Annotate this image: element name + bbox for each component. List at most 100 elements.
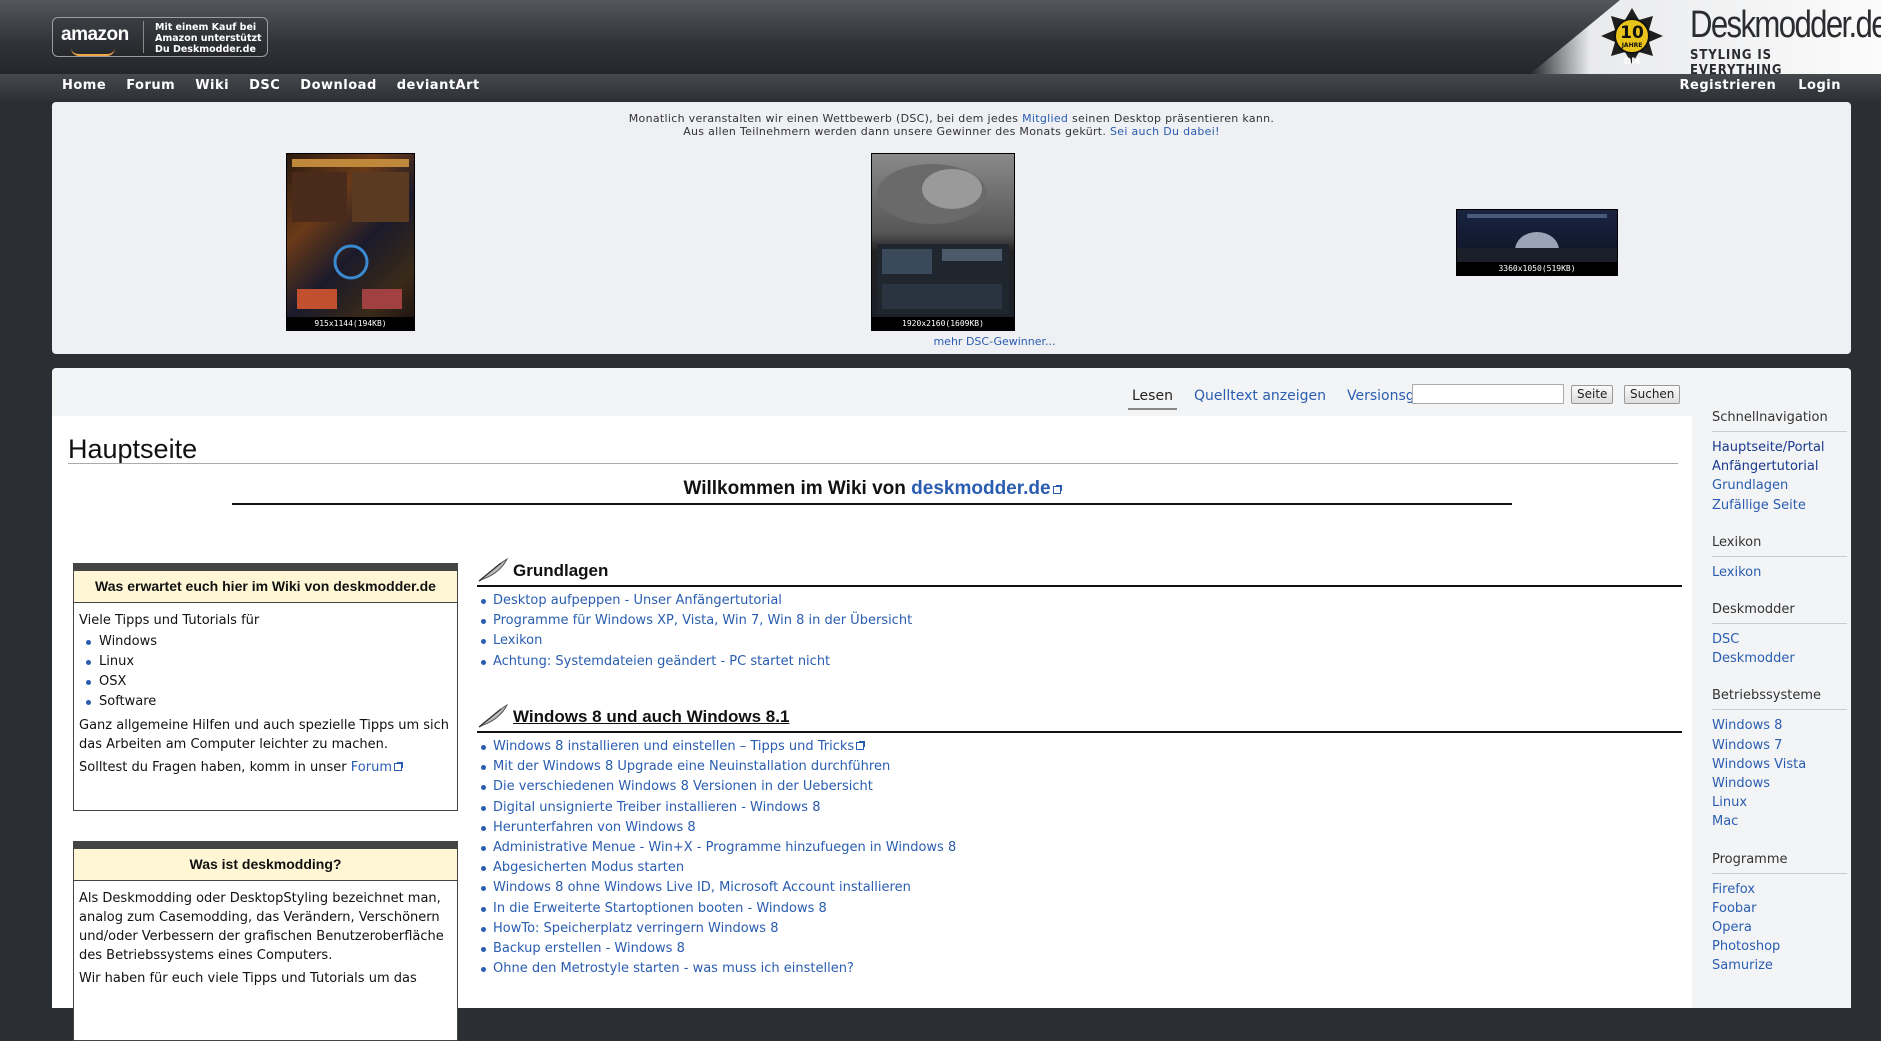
tab-view-source[interactable]: Quelltext anzeigen bbox=[1190, 388, 1330, 410]
side-link-linux[interactable]: Linux bbox=[1712, 793, 1847, 812]
side-link-main-portal[interactable]: Hauptseite/Portal bbox=[1712, 438, 1847, 457]
dsc-intro: Monatlich veranstalten wir einen Wettbew… bbox=[52, 112, 1851, 138]
deskmodder-link[interactable]: deskmodder.de bbox=[911, 478, 1050, 499]
section-link[interactable]: Achtung: Systemdateien geändert - PC sta… bbox=[481, 652, 1682, 672]
dsc-thumbnail-1[interactable]: 915x1144(194KB) bbox=[286, 153, 415, 331]
box-paragraph: Als Deskmodding oder DesktopStyling beze… bbox=[79, 891, 444, 963]
nav-wiki[interactable]: Wiki bbox=[195, 78, 229, 93]
side-link-foobar[interactable]: Foobar bbox=[1712, 899, 1847, 918]
thumbnail-3-image bbox=[1457, 214, 1617, 262]
side-link-firefox[interactable]: Firefox bbox=[1712, 880, 1847, 899]
title-divider bbox=[68, 463, 1678, 464]
main-content: Hauptseite Willkommen im Wiki von deskmo… bbox=[52, 416, 1692, 1041]
external-link-icon bbox=[1052, 485, 1062, 494]
section-link[interactable]: Digital unsignierte Treiber installieren… bbox=[481, 798, 1682, 818]
dsc-thumbnail-3[interactable]: 3360x1050(519KB) bbox=[1456, 209, 1618, 276]
side-group-quicknav: Schnellnavigation Hauptseite/Portal Anfä… bbox=[1712, 410, 1847, 515]
thumbnail-1-image bbox=[292, 159, 409, 309]
dsc-thumbnail-2[interactable]: 1920x2160(1609KB) bbox=[871, 153, 1015, 331]
nav-register[interactable]: Registrieren bbox=[1680, 78, 1777, 93]
side-link-photoshop[interactable]: Photoshop bbox=[1712, 937, 1847, 956]
section-link[interactable]: Programme für Windows XP, Vista, Win 7, … bbox=[481, 611, 1682, 631]
welcome-divider bbox=[232, 503, 1512, 505]
member-link[interactable]: Mitglied bbox=[1022, 112, 1068, 125]
side-link-random-page[interactable]: Zufällige Seite bbox=[1712, 496, 1847, 515]
section-link-text[interactable]: Windows 8 installieren und einstellen – … bbox=[493, 739, 854, 754]
section-link[interactable]: Lexikon bbox=[481, 631, 1682, 651]
section-link[interactable]: Administrative Menue - Win+X - Programme… bbox=[481, 838, 1682, 858]
box-heading: Was erwartet euch hier im Wiki von deskm… bbox=[74, 571, 457, 603]
search-button[interactable]: Suchen bbox=[1624, 385, 1681, 404]
side-link-deskmodder[interactable]: Deskmodder bbox=[1712, 649, 1847, 668]
side-link-windows-vista[interactable]: Windows Vista bbox=[1712, 755, 1847, 774]
side-link-windows-7[interactable]: Windows 7 bbox=[1712, 736, 1847, 755]
section-header: Grundlagen bbox=[477, 557, 1682, 587]
side-group-deskmodder: Deskmodder DSC Deskmodder bbox=[1712, 602, 1847, 668]
side-link-lexicon[interactable]: Lexikon bbox=[1712, 563, 1847, 582]
section-link[interactable]: Herunterfahren von Windows 8 bbox=[481, 818, 1682, 838]
os-list: Windows Linux OSX Software bbox=[79, 632, 451, 712]
box-paragraph: Ganz allgemeine Hilfen und auch speziell… bbox=[79, 718, 450, 752]
more-dsc-winners-link[interactable]: mehr DSC-Gewinner... bbox=[872, 335, 1117, 348]
amazon-smile-icon bbox=[71, 48, 115, 56]
side-link-basics[interactable]: Grundlagen bbox=[1712, 476, 1847, 495]
tab-read[interactable]: Lesen bbox=[1128, 388, 1177, 410]
nav-dsc[interactable]: DSC bbox=[249, 78, 280, 93]
side-group-os: Betriebssysteme Windows 8 Windows 7 Wind… bbox=[1712, 688, 1847, 831]
amazon-banner[interactable]: amazon Mit einem Kauf bei Amazon unterst… bbox=[52, 17, 268, 57]
list-item: Windows bbox=[86, 632, 451, 652]
join-link[interactable]: Sei auch Du dabei! bbox=[1110, 125, 1220, 138]
anniversary-badge-icon: 10 JAHRE DM bbox=[1601, 8, 1663, 67]
go-to-page-button[interactable]: Seite bbox=[1571, 385, 1614, 404]
side-link-opera[interactable]: Opera bbox=[1712, 918, 1847, 937]
section-header: Windows 8 und auch Windows 8.1 bbox=[477, 703, 1682, 733]
section-link[interactable]: Windows 8 installieren und einstellen – … bbox=[481, 737, 1682, 757]
welcome-heading: Willkommen im Wiki von deskmodder.de bbox=[232, 478, 1512, 500]
info-box-wiki: Was erwartet euch hier im Wiki von deskm… bbox=[73, 563, 458, 811]
side-link-beginner-tutorial[interactable]: Anfängertutorial bbox=[1712, 457, 1847, 476]
side-heading: Schnellnavigation bbox=[1712, 410, 1847, 432]
side-heading: Deskmodder bbox=[1712, 602, 1847, 625]
section-title-link[interactable]: Windows 8 und auch Windows 8.1 bbox=[513, 707, 789, 727]
list-item: Linux bbox=[86, 652, 451, 672]
section-link[interactable]: Die verschiedenen Windows 8 Versionen in… bbox=[481, 777, 1682, 797]
section-link[interactable]: Backup erstellen - Windows 8 bbox=[481, 939, 1682, 959]
nav-login[interactable]: Login bbox=[1798, 78, 1841, 93]
thumbnail-2-caption: 1920x2160(1609KB) bbox=[872, 317, 1014, 330]
dsc-line2-text: Aus allen Teilnehmern werden dann unsere… bbox=[683, 125, 1110, 138]
side-link-dsc[interactable]: DSC bbox=[1712, 630, 1847, 649]
section-title: Grundlagen bbox=[513, 561, 609, 580]
forum-link[interactable]: Forum bbox=[351, 760, 392, 775]
nav-download[interactable]: Download bbox=[300, 78, 376, 93]
side-link-windows-8[interactable]: Windows 8 bbox=[1712, 716, 1847, 735]
badge-number: 10 bbox=[1620, 23, 1644, 43]
nav-home[interactable]: Home bbox=[62, 78, 106, 93]
info-box-deskmodding: Was ist deskmodding? Als Deskmodding ode… bbox=[73, 841, 458, 1041]
amazon-logo: amazon bbox=[61, 24, 129, 45]
site-header: amazon Mit einem Kauf bei Amazon unterst… bbox=[0, 0, 1881, 78]
nav-forum[interactable]: Forum bbox=[126, 78, 175, 93]
section-link[interactable]: Windows 8 ohne Windows Live ID, Microsof… bbox=[481, 878, 1682, 898]
section-windows-8: Windows 8 und auch Windows 8.1 Windows 8… bbox=[477, 703, 1682, 979]
brand-name[interactable]: Deskmodder.de bbox=[1690, 4, 1881, 47]
section-link[interactable]: Desktop aufpeppen - Unser Anfängertutori… bbox=[481, 591, 1682, 611]
dsc-line1-rest: seinen Desktop präsentieren kann. bbox=[1068, 112, 1275, 125]
badge-sub: DM bbox=[1624, 57, 1640, 67]
feather-icon bbox=[478, 557, 509, 582]
section-link[interactable]: HowTo: Speicherplatz verringern Windows … bbox=[481, 919, 1682, 939]
amazon-banner-text: Mit einem Kauf bei Amazon unterstützt Du… bbox=[155, 22, 262, 55]
side-link-mac[interactable]: Mac bbox=[1712, 812, 1847, 831]
side-heading: Lexikon bbox=[1712, 535, 1847, 557]
section-link[interactable]: Abgesicherten Modus starten bbox=[481, 858, 1682, 878]
section-link-list: Windows 8 installieren und einstellen – … bbox=[477, 737, 1682, 979]
side-link-samurize[interactable]: Samurize bbox=[1712, 956, 1847, 975]
section-link[interactable]: Ohne den Metrostyle starten - was muss i… bbox=[481, 959, 1682, 979]
dsc-panel: Monatlich veranstalten wir einen Wettbew… bbox=[52, 102, 1851, 354]
side-link-windows[interactable]: Windows bbox=[1712, 774, 1847, 793]
amazon-divider bbox=[143, 21, 144, 53]
section-link[interactable]: In die Erweiterte Startoptionen booten -… bbox=[481, 899, 1682, 919]
nav-deviantart[interactable]: deviantArt bbox=[397, 78, 480, 93]
box-paragraph: Wir haben für euch viele Tipps und Tutor… bbox=[79, 971, 417, 986]
search-input[interactable] bbox=[1412, 384, 1564, 404]
section-link[interactable]: Mit der Windows 8 Upgrade eine Neuinstal… bbox=[481, 757, 1682, 777]
